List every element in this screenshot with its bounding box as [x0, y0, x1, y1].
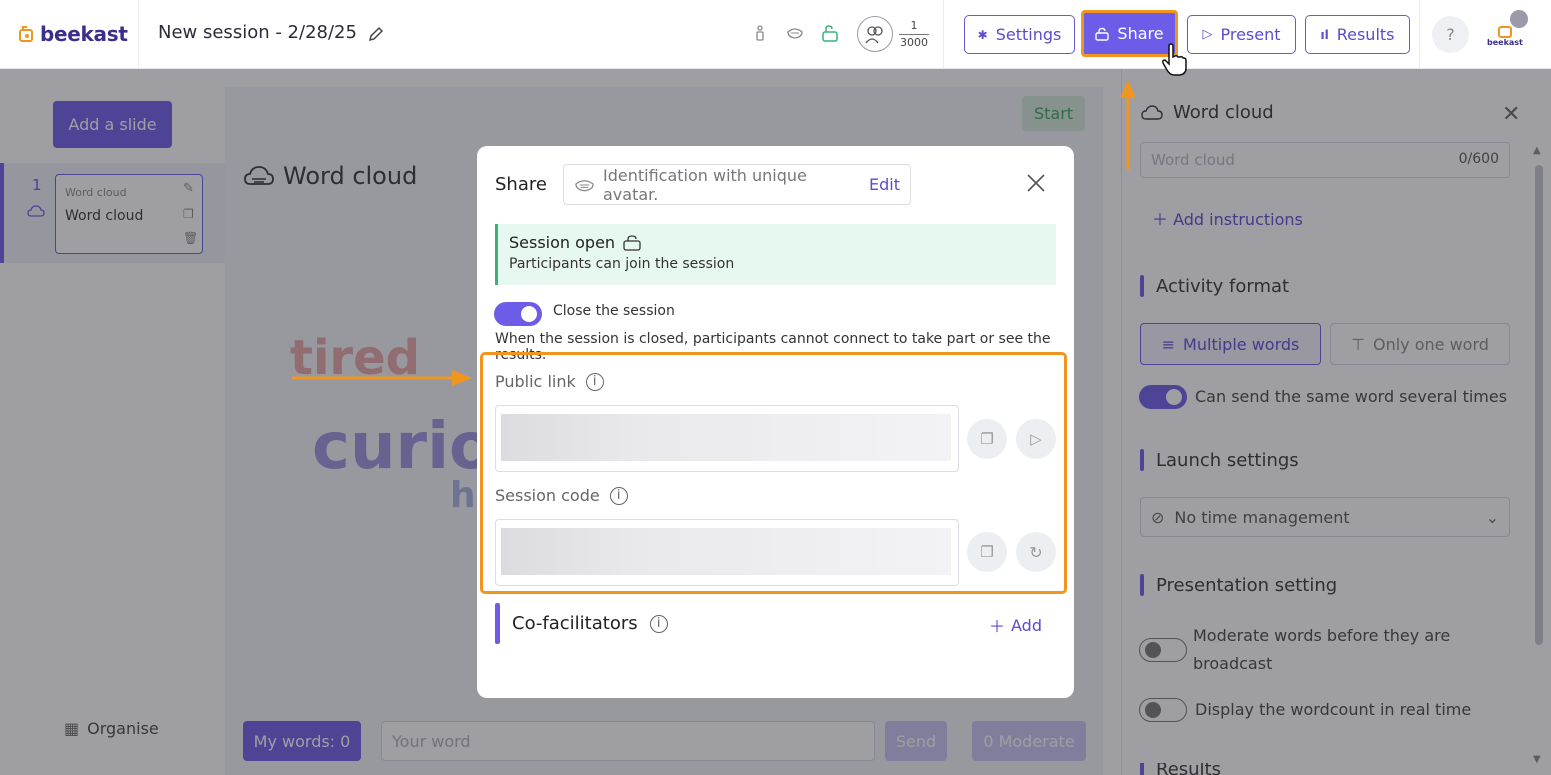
- settings-button-label: Settings: [995, 25, 1062, 44]
- present-button-label: Present: [1220, 25, 1281, 44]
- results-button[interactable]: ıl Results: [1305, 15, 1410, 54]
- close-icon[interactable]: [1025, 172, 1047, 194]
- participants-counter[interactable]: 1 3000: [857, 16, 929, 52]
- beekast-logo-icon: [19, 26, 33, 42]
- participants-max: 3000: [900, 35, 928, 49]
- edit-title-icon[interactable]: [367, 25, 385, 43]
- help-button[interactable]: ?: [1432, 16, 1469, 53]
- unlock-icon: [1095, 27, 1110, 41]
- unlock-icon[interactable]: [821, 24, 839, 42]
- hand-cursor-icon: [1162, 43, 1187, 76]
- beekast-logo-icon: [1498, 26, 1512, 38]
- edit-identification-link[interactable]: Edit: [869, 175, 900, 194]
- annotation-arrow-right-icon: [292, 370, 472, 386]
- share-button-label: Share: [1117, 24, 1164, 43]
- brand-logo[interactable]: beekast: [18, 22, 128, 46]
- results-button-label: Results: [1336, 25, 1395, 44]
- mask-icon: [575, 179, 594, 191]
- identification-box: Identification with unique avatar. Edit: [563, 164, 911, 205]
- play-icon: ▷: [1202, 27, 1213, 42]
- divider: [1419, 0, 1420, 69]
- modal-title: Share: [495, 174, 547, 195]
- account-badge[interactable]: beekast: [1485, 8, 1531, 54]
- divider: [138, 0, 139, 69]
- add-cofacilitator-label: Add: [1011, 615, 1042, 635]
- highlight-frame: [480, 352, 1067, 594]
- mask-icon[interactable]: [786, 24, 804, 42]
- session-title: New session - 2/28/25: [158, 22, 357, 43]
- bar-chart-icon: ıl: [1320, 27, 1329, 42]
- plus-icon: ＋: [989, 617, 1006, 636]
- close-session-toggle[interactable]: [494, 302, 542, 326]
- session-status-banner: Session open Participants can join the s…: [495, 224, 1056, 285]
- person-icon[interactable]: [751, 24, 769, 42]
- cofacilitators-section: Co-facilitators i: [495, 603, 668, 644]
- brand-name: beekast: [40, 22, 128, 46]
- identification-text: Identification with unique avatar.: [602, 165, 807, 204]
- badge-brand: beekast: [1487, 38, 1523, 47]
- cofacilitators-label: Co-facilitators: [512, 613, 638, 634]
- close-session-label: Close the session: [553, 303, 675, 319]
- session-status-title: Session open: [509, 233, 616, 252]
- participants-icon: [857, 16, 893, 52]
- divider: [943, 0, 944, 69]
- unlock-icon: [623, 234, 641, 251]
- top-bar: beekast New session - 2/28/25 1 3000 ✱ S…: [0, 0, 1551, 69]
- annotation-arrow-up-icon: [1120, 80, 1136, 170]
- add-cofacilitator-button[interactable]: ＋ Add: [989, 613, 1042, 637]
- participants-current: 1: [910, 18, 918, 32]
- settings-button[interactable]: ✱ Settings: [964, 15, 1075, 54]
- present-button[interactable]: ▷ Present: [1187, 15, 1296, 54]
- info-icon[interactable]: i: [649, 614, 668, 633]
- gear-icon: ✱: [977, 27, 988, 42]
- session-status-subtitle: Participants can join the session: [509, 256, 735, 272]
